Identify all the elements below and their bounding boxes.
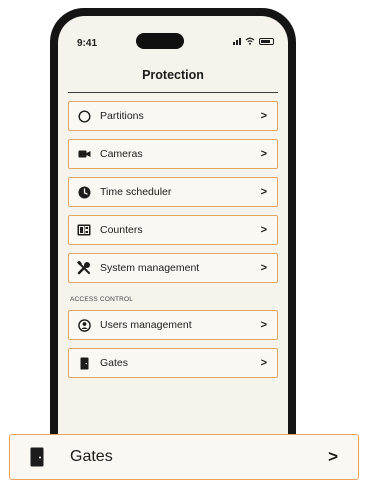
- page-title: Protection: [142, 68, 204, 82]
- status-time: 9:41: [77, 38, 98, 49]
- menu-item-label: Time scheduler: [100, 186, 172, 198]
- dynamic-island: [136, 33, 184, 49]
- gate-icon: [77, 356, 91, 370]
- menu-item-time-scheduler[interactable]: Time scheduler >: [68, 177, 278, 207]
- menu-item-label: Partitions: [100, 110, 144, 122]
- clock-icon: [77, 185, 91, 199]
- menu-item-cameras[interactable]: Cameras >: [68, 139, 278, 169]
- menu-item-label: Counters: [100, 224, 143, 236]
- chevron-right-icon: >: [260, 319, 267, 331]
- user-icon: [77, 318, 91, 332]
- chevron-right-icon: >: [260, 224, 267, 236]
- wifi-icon: [245, 37, 255, 45]
- header-divider: [68, 92, 278, 93]
- chevron-right-icon: >: [260, 148, 267, 160]
- chevron-right-icon: >: [260, 262, 267, 274]
- battery-icon: [259, 37, 274, 45]
- phone-frame: 9:41 Protection Partitions > Cameras > T…: [50, 8, 296, 448]
- menu-item-label: Cameras: [100, 148, 143, 160]
- status-bar: 9:41: [58, 16, 288, 54]
- menu-item-label: System management: [100, 262, 200, 274]
- gates-zoom-callout[interactable]: Gates >: [9, 434, 359, 480]
- menu-item-label: Users management: [100, 319, 192, 331]
- protection-menu: Partitions > Cameras > Time scheduler >: [58, 101, 288, 378]
- tools-icon: [77, 261, 91, 275]
- counter-icon: [77, 223, 91, 237]
- zoom-gates-label: Gates: [70, 448, 113, 465]
- menu-item-counters[interactable]: Counters >: [68, 215, 278, 245]
- chevron-right-icon: >: [260, 186, 267, 198]
- phone-screen: 9:41 Protection Partitions > Cameras > T…: [58, 16, 288, 448]
- status-icons: [233, 37, 274, 45]
- menu-item-partitions[interactable]: Partitions >: [68, 101, 278, 131]
- menu-item-gates[interactable]: Gates >: [68, 348, 278, 378]
- camera-icon: [77, 147, 91, 161]
- gate-icon: [30, 447, 44, 467]
- chevron-right-icon: >: [328, 447, 338, 466]
- circle-icon: [77, 109, 91, 123]
- chevron-right-icon: >: [260, 357, 267, 369]
- section-label-access-control: ACCESS CONTROL: [70, 296, 134, 303]
- menu-item-label: Gates: [100, 357, 129, 369]
- menu-item-system-management[interactable]: System management >: [68, 253, 278, 283]
- signal-icon: [233, 37, 241, 45]
- menu-item-users-management[interactable]: Users management >: [68, 310, 278, 340]
- chevron-right-icon: >: [260, 110, 267, 122]
